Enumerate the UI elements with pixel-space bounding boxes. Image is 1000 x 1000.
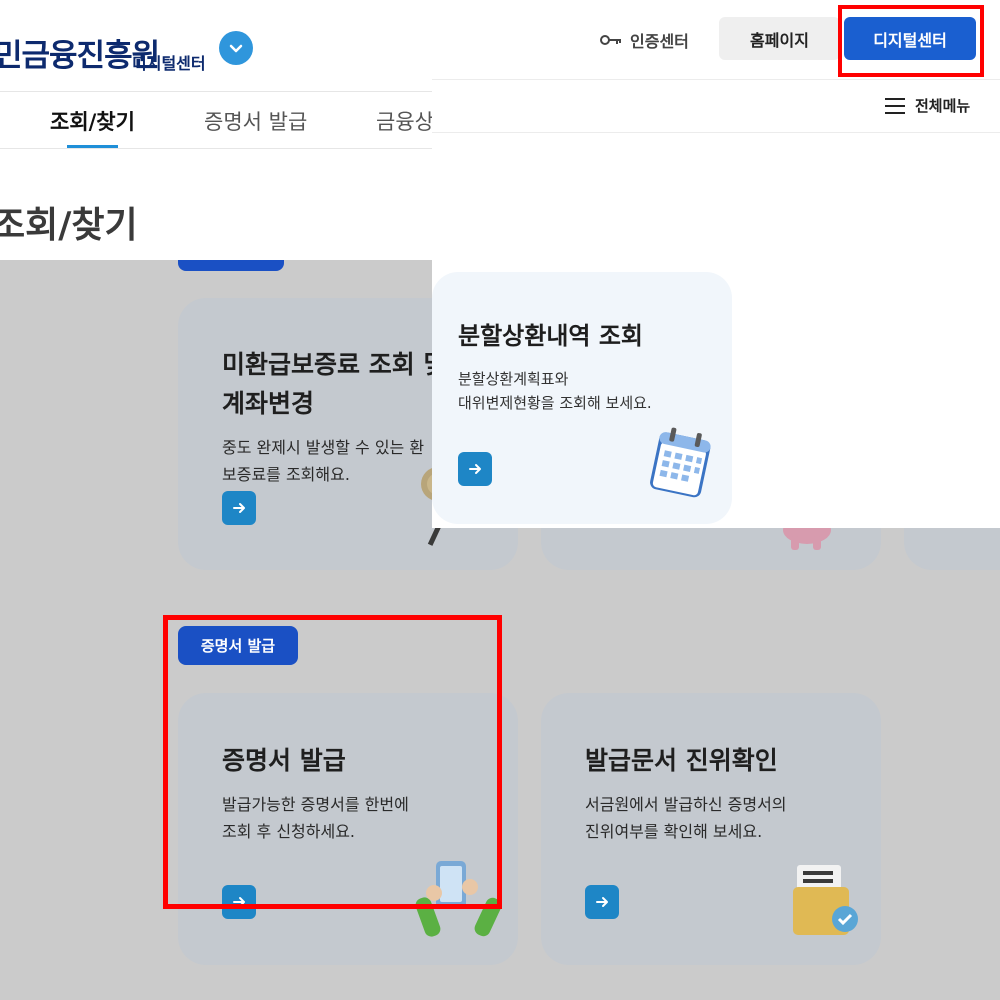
card-desc: 중도 완제시 발생할 수 있는 환	[222, 438, 425, 457]
header-panel-right: 인증센터 홈페이지 디지털센터 전체메뉴 분할상환내역 조회 분할상환계획표와 …	[432, 0, 1000, 528]
card-desc-line2: 보증료를 조회해요.	[222, 465, 350, 484]
all-menu-label: 전체메뉴	[915, 97, 971, 115]
card-title: 발급문서 진위확인	[585, 746, 778, 775]
card-desc-line2: 대위변제현황을 조회해 보세요.	[458, 394, 652, 412]
arrow-button[interactable]	[222, 491, 256, 525]
all-menu-button[interactable]: 전체메뉴	[884, 95, 970, 116]
site-logo-sub: 디지털센터	[132, 54, 206, 73]
highlight-box-digital-center	[838, 5, 984, 77]
arrow-right-icon	[469, 464, 481, 474]
nav-divider	[0, 148, 432, 149]
header-panel-left: 민금융진흥원 디지털센터 조회/찾기 증명서 발급 금융상 조회/찾기	[0, 0, 432, 260]
page-title: 조회/찾기	[0, 205, 138, 246]
header-divider	[0, 91, 432, 92]
card-desc-line2: 진위여부를 확인해 보세요.	[585, 822, 763, 841]
arrow-button[interactable]	[458, 452, 492, 486]
site-switch-button[interactable]	[219, 31, 253, 65]
card-title: 분할상환내역 조회	[458, 322, 643, 350]
card-desc: 서금원에서 발급하신 증명서의	[585, 795, 787, 814]
arrow-button[interactable]	[585, 885, 619, 919]
cert-center-link[interactable]: 인증센터	[600, 28, 689, 52]
card-desc-line1: 분할상환계획표와	[458, 370, 569, 388]
cert-center-label: 인증센터	[630, 32, 689, 51]
calendar-icon	[650, 427, 711, 498]
card-document-verify[interactable]: 발급문서 진위확인 서금원에서 발급하신 증명서의 진위여부를 확인해 보세요.	[541, 693, 881, 965]
card-desc: 분할상환계획표와 대위변제현황을 조회해 보세요.	[458, 367, 652, 415]
homepage-button[interactable]: 홈페이지	[719, 17, 840, 60]
nav-item-certificate[interactable]: 증명서 발급	[204, 106, 307, 136]
header-divider	[432, 79, 1000, 80]
arrow-right-icon	[233, 503, 245, 513]
nav-item-search[interactable]: 조회/찾기	[50, 106, 135, 136]
card-title-line2: 계좌변경	[222, 389, 315, 418]
card-installment-history[interactable]: 분할상환내역 조회 분할상환계획표와 대위변제현황을 조회해 보세요.	[432, 272, 732, 524]
chevron-down-icon	[229, 44, 243, 53]
highlight-box-certificate	[163, 615, 502, 909]
folder-check-icon	[793, 865, 858, 935]
menu-divider	[432, 132, 1000, 133]
arrow-right-icon	[596, 897, 608, 907]
key-icon	[600, 35, 621, 45]
card-title: 미환급보증료 조회 및	[222, 350, 447, 379]
hamburger-icon	[885, 97, 905, 114]
nav-item-finance[interactable]: 금융상	[376, 106, 432, 136]
